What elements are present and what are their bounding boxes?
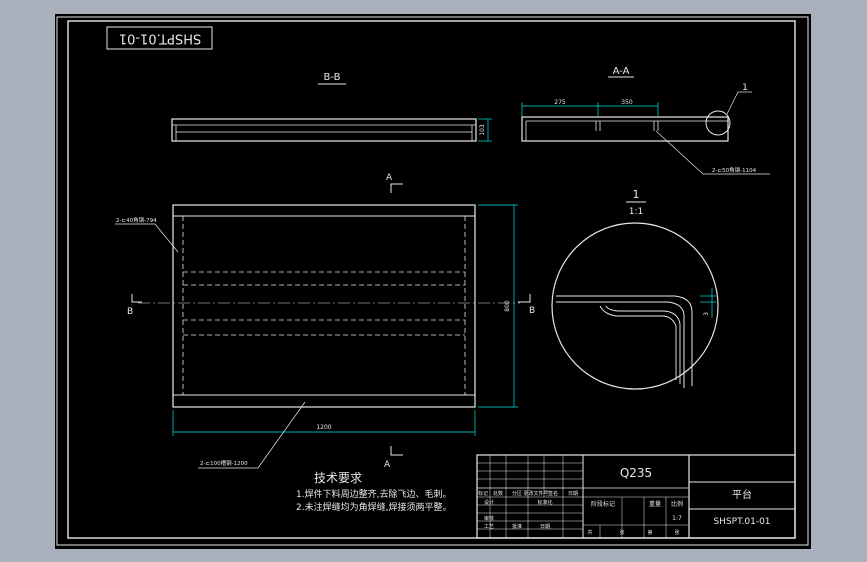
tech-req-1: 1.焊件下料周边整齐,去除飞边、毛刺。 [296,488,451,500]
tb-total: 共 [587,529,592,536]
drawing-area [55,14,811,549]
drawing-canvas: SHSPT.01-01 B-B 103 A-A 275 350 1 2-⊏50角… [55,14,811,549]
tb-approve: 批准 [512,523,522,530]
leader-aa-note: 2-⊏50角钢-1104 [712,166,757,174]
material: Q235 [620,466,652,480]
dim-bb-height: 103 [479,124,486,136]
tech-req-2: 2.未注焊缝均为角焊缝,焊接须两平整。 [296,501,451,513]
tech-title: 技术要求 [314,471,362,485]
tb-scale: 比例 [671,500,683,508]
tb-process: 工艺 [484,524,494,530]
dim-plan-width: 1200 [316,424,331,431]
tb-sheet: 张 [619,529,624,536]
section-mark-b-left: B [127,307,133,317]
leader-plan-bottom: 2-⊏100槽钢-1200 [200,459,248,467]
leader-plan-left: 2-⊏40角钢-794 [116,216,157,224]
section-mark-b-right: B [529,306,535,316]
section-mark-a-top: A [386,173,393,183]
tb-mark: 标记 [478,490,488,497]
tb-date: 日期 [568,491,578,497]
tb-scale-value: 1:7 [672,515,682,522]
part-name: 平台 [732,488,752,501]
tb-count: 处数 [493,490,503,497]
tb-check: 审核 [484,515,494,522]
tb-docno: 更改文件号 [523,490,548,497]
tb-date2: 日期 [540,524,550,530]
cad-viewport: SHSPT.01-01 B-B 103 A-A 275 350 1 2-⊏50角… [0,0,867,562]
dim-plan-height: 800 [504,300,511,312]
tb-sign: 签名 [548,490,558,497]
code-rotated: SHSPT.01-01 [119,31,201,46]
dim-aa-right: 350 [621,99,633,106]
tb-zone: 分区 [512,490,522,497]
tb-std: 标准化 [537,499,552,506]
detail-scale: 1:1 [629,207,643,217]
detail-callout-label: 1 [742,83,748,93]
section-mark-a-bottom: A [384,460,391,470]
dim-aa-left: 275 [554,99,566,106]
tb-sheet2: 张 [674,529,679,536]
section-aa-label: A-A [613,66,630,77]
detail-title: 1 [633,188,640,201]
drawing-code: SHSPT.01-01 [713,517,770,527]
section-bb-label: B-B [324,72,341,83]
dim-detail-gap: 3 [703,312,710,316]
tb-no: 第 [647,529,652,536]
tb-design: 设计 [484,499,494,506]
tb-stage: 阶段标记 [591,500,615,508]
tb-weight: 重量 [649,500,661,508]
